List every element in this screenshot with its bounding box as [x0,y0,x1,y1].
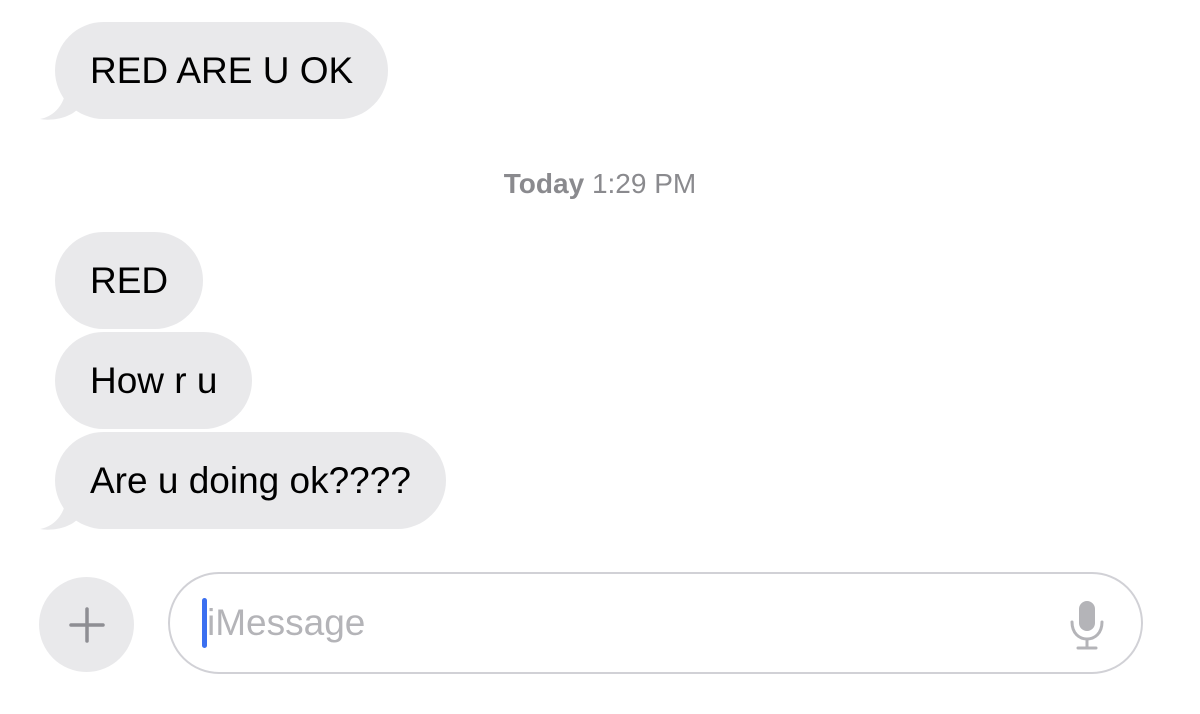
message-text: RED ARE U OK [90,50,354,91]
message-text: Are u doing ok???? [90,460,411,501]
message-bubble-incoming[interactable]: How r u [55,332,253,429]
apps-plus-button[interactable] [39,577,134,672]
message-thread: RED ARE U OK Today 1:29 PM RED How r u A… [0,0,1200,560]
message-text: RED [90,260,169,301]
timestamp-time: 1:29 PM [591,168,697,199]
message-text: How r u [90,360,218,401]
message-bubble-incoming[interactable]: RED [55,232,204,329]
input-placeholder: iMessage [207,601,366,643]
timestamp-day: Today [503,168,585,199]
timestamp: Today 1:29 PM [0,168,1200,200]
microphone-icon [1070,601,1104,650]
message-bubble-incoming[interactable]: Are u doing ok???? [55,432,446,529]
message-bubble-incoming[interactable]: RED ARE U OK [55,22,389,119]
dictation-button[interactable] [1065,599,1109,651]
plus-icon [68,606,105,643]
imessage-input-field[interactable]: iMessage [168,572,1143,674]
